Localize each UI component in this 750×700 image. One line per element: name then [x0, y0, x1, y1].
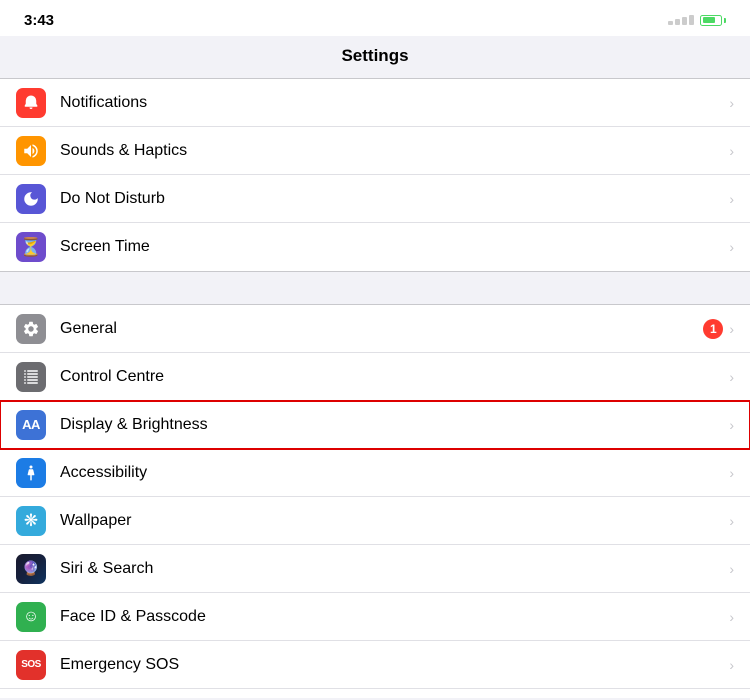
signal-icon [668, 15, 694, 25]
settings-row-display[interactable]: AA Display & Brightness › [0, 401, 750, 449]
sounds-label: Sounds & Haptics [60, 142, 729, 160]
settings-row-faceid[interactable]: ☺ Face ID & Passcode › [0, 593, 750, 641]
wallpaper-chevron: › [729, 513, 734, 529]
siri-icon: 🔮 [16, 554, 46, 584]
siri-chevron: › [729, 561, 734, 577]
wallpaper-label: Wallpaper [60, 512, 729, 530]
settings-row-general[interactable]: General 1 › [0, 305, 750, 353]
settings-row-dnd[interactable]: Do Not Disturb › [0, 175, 750, 223]
divider-1 [0, 272, 750, 304]
settings-row-battery[interactable]: ▬ Battery › [0, 689, 750, 698]
dnd-icon [16, 184, 46, 214]
general-chevron: › [729, 321, 734, 337]
notifications-chevron: › [729, 95, 734, 111]
status-bar: 3:43 [0, 0, 750, 36]
settings-row-sounds[interactable]: Sounds & Haptics › [0, 127, 750, 175]
sounds-icon [16, 136, 46, 166]
sos-chevron: › [729, 657, 734, 673]
control-icon [16, 362, 46, 392]
wallpaper-icon: ❋ [16, 506, 46, 536]
dnd-chevron: › [729, 191, 734, 207]
settings-row-wallpaper[interactable]: ❋ Wallpaper › [0, 497, 750, 545]
general-badge: 1 [703, 319, 723, 339]
siri-label: Siri & Search [60, 560, 729, 578]
settings-row-accessibility[interactable]: Accessibility › [0, 449, 750, 497]
battery-status-icon [700, 15, 726, 26]
dnd-label: Do Not Disturb [60, 190, 729, 208]
settings-row-sos[interactable]: SOS Emergency SOS › [0, 641, 750, 689]
battery-icon: ▬ [16, 698, 46, 699]
general-icon [16, 314, 46, 344]
faceid-icon: ☺ [16, 602, 46, 632]
sounds-chevron: › [729, 143, 734, 159]
control-label: Control Centre [60, 368, 729, 386]
settings-row-notifications[interactable]: Notifications › [0, 79, 750, 127]
accessibility-icon [16, 458, 46, 488]
page-title-bar: Settings [0, 36, 750, 78]
faceid-label: Face ID & Passcode [60, 608, 729, 626]
accessibility-label: Accessibility [60, 464, 729, 482]
settings-row-siri[interactable]: 🔮 Siri & Search › [0, 545, 750, 593]
settings-list: Notifications › Sounds & Haptics › Do No… [0, 78, 750, 698]
display-label: Display & Brightness [60, 416, 729, 434]
general-label: General [60, 320, 703, 338]
screentime-label: Screen Time [60, 238, 729, 256]
page-title: Settings [341, 46, 408, 65]
notifications-label: Notifications [60, 94, 729, 112]
settings-row-control[interactable]: Control Centre › [0, 353, 750, 401]
settings-row-screentime[interactable]: ⏳ Screen Time › [0, 223, 750, 271]
notifications-icon [16, 88, 46, 118]
sos-label: Emergency SOS [60, 656, 729, 674]
settings-group-1: Notifications › Sounds & Haptics › Do No… [0, 78, 750, 272]
status-time: 3:43 [24, 12, 54, 29]
screentime-chevron: › [729, 239, 734, 255]
faceid-chevron: › [729, 609, 734, 625]
control-chevron: › [729, 369, 734, 385]
sos-icon: SOS [16, 650, 46, 680]
screentime-icon: ⏳ [16, 232, 46, 262]
status-icons [668, 15, 726, 26]
display-chevron: › [729, 417, 734, 433]
accessibility-chevron: › [729, 465, 734, 481]
display-icon: AA [16, 410, 46, 440]
settings-group-2: General 1 › Control Centre › AA Display … [0, 304, 750, 698]
